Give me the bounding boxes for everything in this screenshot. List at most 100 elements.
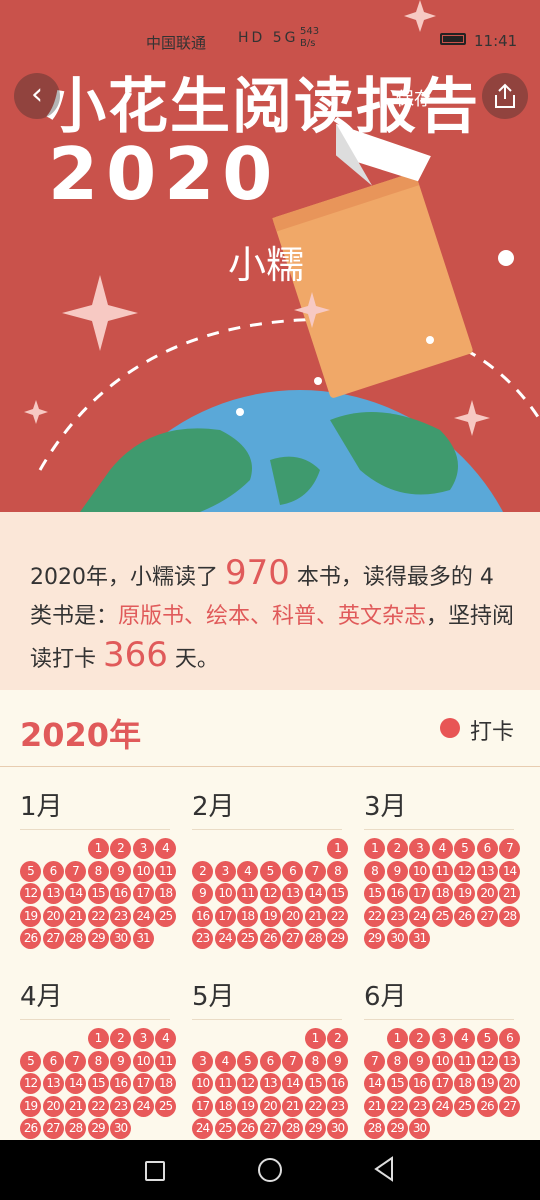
checkin-day: 28 (304, 928, 326, 949)
checkin-day: 8 (364, 860, 385, 882)
checkin-day: 23 (386, 905, 408, 927)
checkin-day: 28 (65, 1118, 86, 1139)
checkin-day: 23 (110, 1095, 131, 1117)
checkin-day: 26 (259, 928, 281, 949)
checkin-day: 11 (454, 1050, 475, 1072)
checkin-day: 26 (20, 928, 41, 949)
checkin-day: 27 (282, 928, 303, 949)
checkin-day: 22 (87, 905, 109, 927)
checkin-day: 13 (476, 860, 498, 882)
checkin-day: 27 (42, 1118, 64, 1139)
square-icon[interactable] (145, 1161, 165, 1181)
checkin-day: 3 (192, 1050, 213, 1072)
triangle-back-icon[interactable] (372, 1156, 396, 1182)
checkin-day: 24 (132, 905, 154, 927)
checkin-day: 22 (304, 1095, 326, 1117)
checkin-day: 25 (237, 928, 258, 949)
checkin-day: 17 (431, 1073, 453, 1094)
checkin-day: 28 (499, 905, 520, 927)
report-hero: 中国联通 HD 5G 543 B/s 11:41 小花生阅读报告 2020 小糯… (0, 0, 540, 512)
checkin-day: 3 (431, 1028, 453, 1049)
checkin-day: 11 (214, 1073, 236, 1094)
month-label: 4月 (20, 982, 63, 1012)
checkin-day: 5 (476, 1028, 498, 1049)
checkin-day: 11 (155, 860, 176, 882)
checkin-day: 24 (192, 1118, 213, 1139)
checkin-day: 11 (237, 883, 258, 904)
checkin-day: 25 (454, 1095, 475, 1117)
checkin-day: 29 (364, 928, 385, 949)
checkin-day: 17 (192, 1095, 213, 1117)
share-button[interactable] (482, 73, 528, 119)
checkin-day: 6 (42, 1050, 64, 1072)
checkin-day: 2 (409, 1028, 430, 1049)
divider (20, 829, 170, 830)
checkin-day: 16 (192, 905, 213, 927)
checkin-day: 23 (110, 905, 131, 927)
checkin-day: 20 (476, 883, 498, 904)
checkin-day: 1 (87, 1028, 109, 1049)
checkin-day: 4 (155, 838, 176, 859)
month-label: 3月 (364, 792, 407, 822)
checkin-day: 1 (304, 1028, 326, 1049)
checkin-day: 1 (364, 838, 385, 859)
checkin-day: 4 (431, 838, 453, 859)
checkin-day: 22 (327, 905, 348, 927)
checkin-day: 1 (386, 1028, 408, 1049)
net-speed-value: 543 (300, 26, 320, 37)
checkin-day: 15 (87, 1073, 109, 1094)
month-label: 6月 (364, 982, 407, 1012)
chevron-left-icon: ‹ (31, 77, 43, 112)
checkin-day: 15 (327, 883, 348, 904)
checkin-day: 16 (110, 883, 131, 904)
checkin-day: 23 (192, 928, 213, 949)
checkin-day: 28 (65, 928, 86, 949)
checkin-day: 29 (87, 928, 109, 949)
checkin-day: 19 (259, 905, 281, 927)
back-button[interactable]: ‹ (14, 73, 60, 119)
checkin-day: 15 (386, 1073, 408, 1094)
checkin-day: 7 (65, 860, 86, 882)
checkin-day: 19 (476, 1073, 498, 1094)
checkin-day: 9 (409, 1050, 430, 1072)
status-bar: 中国联通 HD 5G 543 B/s 11:41 (0, 22, 540, 58)
report-year: 2020 (48, 132, 281, 216)
save-button[interactable]: 保存 (396, 85, 432, 111)
battery-icon (440, 33, 466, 45)
checkin-day: 27 (259, 1118, 281, 1139)
checkin-day: 12 (20, 1073, 41, 1094)
checkin-day: 20 (42, 1095, 64, 1117)
checkin-day: 21 (65, 905, 86, 927)
divider (192, 1019, 342, 1020)
checkin-day: 8 (87, 860, 109, 882)
month-label: 5月 (192, 982, 235, 1012)
checkin-day: 10 (214, 883, 236, 904)
checkin-day: 31 (409, 928, 430, 949)
checkin-day: 4 (214, 1050, 236, 1072)
checkin-day: 24 (409, 905, 430, 927)
checkin-day: 4 (454, 1028, 475, 1049)
checkin-day: 30 (386, 928, 408, 949)
checkin-day: 17 (409, 883, 430, 904)
checkin-day: 7 (304, 860, 326, 882)
checkin-day: 13 (499, 1050, 520, 1072)
checkin-day: 10 (409, 860, 430, 882)
checkin-day: 1 (87, 838, 109, 859)
checkin-day: 9 (327, 1050, 348, 1072)
divider (192, 829, 342, 830)
checkin-day: 28 (364, 1118, 385, 1139)
checkin-day: 14 (499, 860, 520, 882)
checkin-day: 11 (431, 860, 453, 882)
checkin-day: 20 (499, 1073, 520, 1094)
checkin-day: 3 (132, 1028, 154, 1049)
checkin-day: 13 (42, 1073, 64, 1094)
checkin-day: 7 (282, 1050, 303, 1072)
checkin-day: 6 (499, 1028, 520, 1049)
checkin-day: 16 (409, 1073, 430, 1094)
circle-icon[interactable] (258, 1158, 282, 1182)
net-speed-unit: B/s (300, 38, 316, 49)
system-nav-bar (0, 1140, 540, 1200)
checkin-day: 5 (20, 1050, 41, 1072)
checkin-day: 5 (20, 860, 41, 882)
divider (364, 1019, 514, 1020)
